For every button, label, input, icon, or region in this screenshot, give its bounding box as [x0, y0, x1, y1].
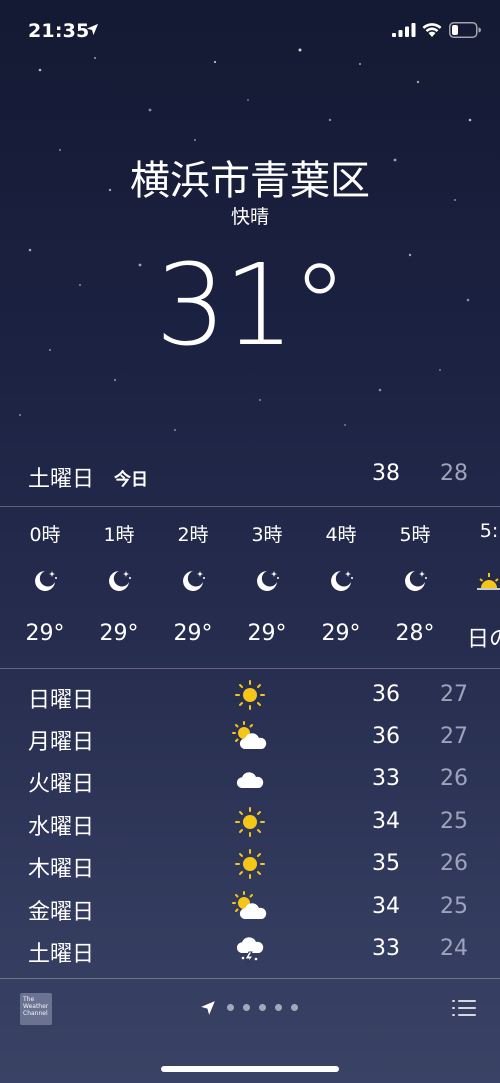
day-high-temp: 35: [372, 851, 400, 876]
day-low-temp: 24: [440, 936, 468, 961]
wifi-icon: [422, 23, 442, 37]
weather-channel-logo-text: The Weather Channel: [23, 996, 49, 1017]
cellular-signal-icon: [392, 23, 416, 37]
hour-time: 4時: [325, 524, 357, 546]
today-low-temp: 28: [440, 461, 468, 486]
divider: [0, 506, 500, 507]
city-list-icon[interactable]: [452, 998, 476, 1018]
day-low-temp: 25: [440, 894, 468, 919]
hourly-item: 1時 29°: [83, 508, 155, 668]
day-name: 火曜日: [28, 772, 95, 797]
day-high-temp: 33: [372, 766, 400, 791]
today-label: 今日: [114, 470, 148, 490]
sun-icon: [235, 849, 265, 879]
daily-row: 月曜日 36 27: [0, 716, 500, 758]
hourly-item: 2時 29°: [157, 508, 229, 668]
day-high-temp: 36: [372, 682, 400, 707]
home-indicator[interactable]: [161, 1066, 339, 1072]
page-dot: [291, 1004, 298, 1011]
status-bar: 21:35: [0, 0, 500, 60]
moon-stars-icon: [109, 571, 131, 591]
day-high-temp: 36: [372, 724, 400, 749]
partly-cloudy-icon: [232, 891, 267, 919]
page-dot: [275, 1004, 282, 1011]
hour-time: 3時: [251, 524, 283, 546]
status-time: 21:35: [28, 20, 90, 42]
location-arrow-icon: [86, 23, 99, 36]
sun-icon: [235, 680, 265, 710]
day-low-temp: 26: [440, 766, 468, 791]
day-name: 水曜日: [28, 815, 95, 840]
daily-row: 土曜日 33 24: [0, 928, 500, 970]
day-name: 金曜日: [28, 900, 95, 925]
daily-row: 日曜日 36 27: [0, 674, 500, 716]
partly-cloudy-icon: [232, 721, 267, 749]
daily-row: 木曜日 35 26: [0, 843, 500, 885]
hour-temp: 29°: [25, 621, 65, 646]
moon-stars-icon: [183, 571, 205, 591]
hourly-item: 0時 29°: [9, 508, 81, 668]
thunderstorm-icon: [236, 937, 264, 965]
day-low-temp: 26: [440, 851, 468, 876]
cloud-icon: [236, 772, 264, 788]
city-name: 横浜市青葉区: [130, 158, 370, 204]
hour-temp: 29°: [321, 621, 361, 646]
hourly-item: 3時 29°: [231, 508, 303, 668]
day-low-temp: 27: [440, 724, 468, 749]
moon-stars-icon: [331, 571, 353, 591]
weather-channel-logo[interactable]: The Weather Channel: [20, 993, 52, 1025]
hourly-forecast[interactable]: 0時 29° 1時 29° 2時 29° 3時 29° 4時 29° 5時 28…: [0, 508, 500, 668]
today-day-name: 土曜日: [28, 467, 95, 492]
hour-time: 0時: [29, 524, 61, 546]
page-dot: [243, 1004, 250, 1011]
today-summary-row: 土曜日 今日 38 28: [0, 455, 500, 495]
hour-time: 1時: [103, 524, 135, 546]
battery-icon: [449, 22, 481, 38]
day-high-temp: 33: [372, 936, 400, 961]
day-name: 日曜日: [28, 688, 95, 713]
daily-row: 火曜日 33 26: [0, 758, 500, 800]
current-location-icon: [201, 1001, 215, 1015]
day-low-temp: 27: [440, 682, 468, 707]
hourly-item: 5: 日の: [453, 508, 500, 668]
day-name: 木曜日: [28, 857, 95, 882]
hourly-item: 4時 29°: [305, 508, 377, 668]
hour-time: 5:: [479, 520, 499, 542]
sun-icon: [235, 807, 265, 837]
moon-stars-icon: [257, 571, 279, 591]
moon-stars-icon: [35, 571, 57, 591]
hour-temp: 28°: [395, 621, 435, 646]
day-high-temp: 34: [372, 809, 400, 834]
today-high-temp: 38: [372, 461, 400, 486]
current-temperature: 31°: [155, 241, 348, 371]
hour-temp: 29°: [173, 621, 213, 646]
hour-time: 5時: [399, 524, 431, 546]
divider: [0, 668, 500, 669]
hour-temp: 29°: [247, 621, 287, 646]
sunrise-icon: [477, 573, 500, 590]
hour-time: 2時: [177, 524, 209, 546]
day-name: 月曜日: [28, 730, 95, 755]
weather-condition: 快晴: [230, 206, 269, 228]
day-high-temp: 34: [372, 894, 400, 919]
page-dot: [259, 1004, 266, 1011]
daily-row: 金曜日 34 25: [0, 886, 500, 928]
hour-temp: 日の: [466, 627, 500, 652]
page-dot: [227, 1004, 234, 1011]
divider: [0, 978, 500, 979]
daily-row: 水曜日 34 25: [0, 801, 500, 843]
day-low-temp: 25: [440, 809, 468, 834]
footer-toolbar: The Weather Channel: [0, 980, 500, 1083]
hour-temp: 29°: [99, 621, 139, 646]
day-name: 土曜日: [28, 942, 95, 967]
hourly-item: 5時 28°: [379, 508, 451, 668]
moon-stars-icon: [405, 571, 427, 591]
